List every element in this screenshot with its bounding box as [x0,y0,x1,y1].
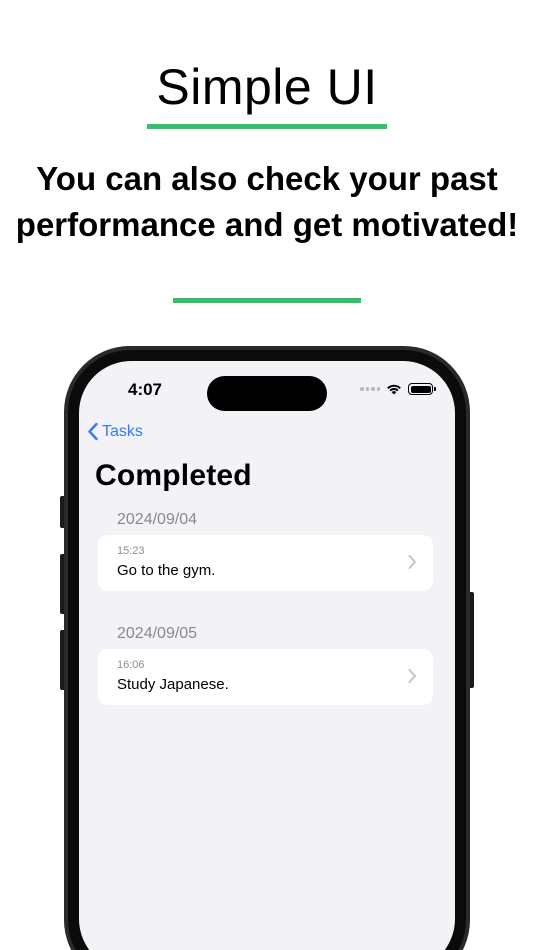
section-date-header: 2024/09/05 [117,625,198,642]
completed-task-row[interactable]: 15:23 Go to the gym. [98,535,433,591]
page-title: Completed [95,459,252,492]
phone-frame: 4:07 Tasks Completed 2024/09/04 15:23 Go… [64,346,470,950]
promo-page: Simple UI You can also check your past p… [0,0,534,950]
phone-screen: 4:07 Tasks Completed 2024/09/04 15:23 Go… [79,361,455,950]
wifi-icon [387,384,401,395]
headline-underline [147,124,387,129]
status-icons [360,383,436,395]
chevron-left-icon [88,422,98,441]
section-date-header: 2024/09/04 [117,511,198,528]
back-button[interactable]: Tasks [87,422,143,441]
promo-headline: Simple UI [156,59,378,115]
status-time: 4:07 [127,380,163,399]
chevron-right-icon [408,669,416,683]
task-title: Study Japanese. [117,676,229,693]
promo-subtitle: You can also check your past performance… [15,160,519,243]
dynamic-island [207,376,327,411]
phone-bezel: 4:07 Tasks Completed 2024/09/04 15:23 Go… [68,350,466,950]
completed-task-row[interactable]: 16:06 Study Japanese. [98,649,433,705]
task-title: Go to the gym. [117,562,216,579]
chevron-right-icon [408,555,416,569]
task-time: 15:23 [117,545,145,557]
subtitle-underline [173,298,361,303]
task-time: 16:06 [117,659,145,671]
back-button-label: Tasks [102,422,143,440]
signal-dots-icon [360,387,380,391]
battery-icon [408,383,436,395]
